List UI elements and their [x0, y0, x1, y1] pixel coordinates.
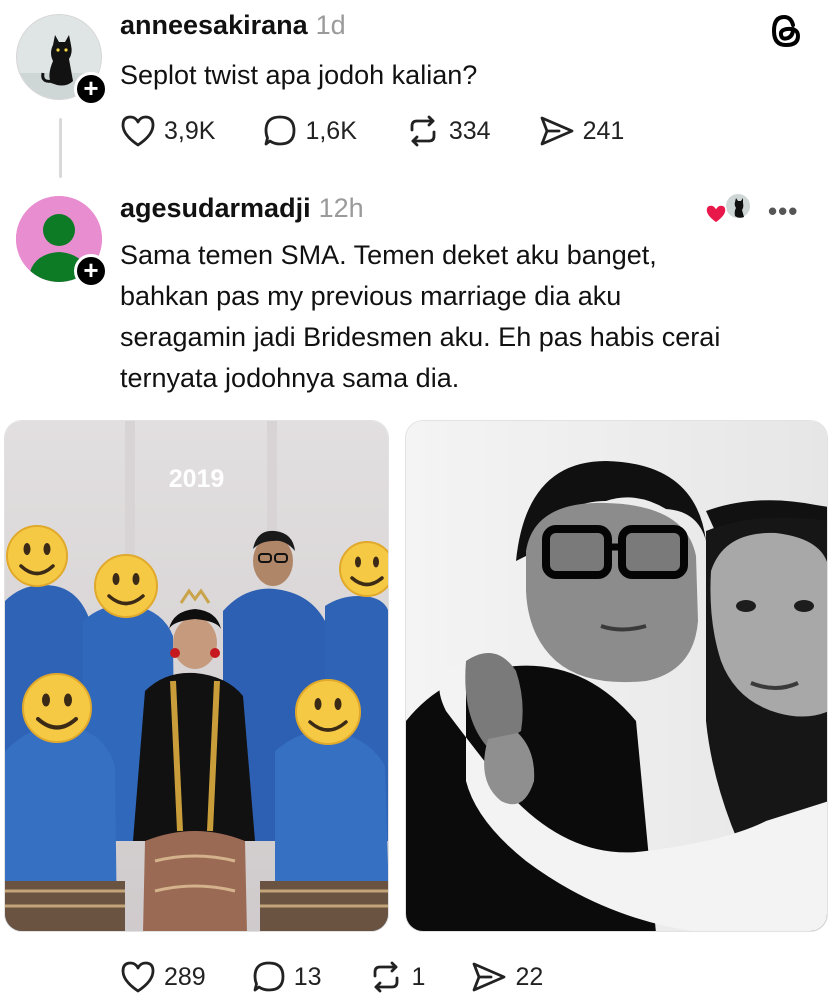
reply-button[interactable]: 1,6K [263, 114, 357, 148]
like-button[interactable]: 289 [120, 960, 206, 994]
repost-count: 334 [448, 116, 491, 145]
reply-count: 13 [293, 962, 322, 991]
heart-icon [121, 115, 155, 147]
smiley-face-icon [6, 525, 68, 587]
username[interactable]: anneesakirana [120, 10, 308, 40]
reply-count: 1,6K [305, 116, 357, 145]
reply-text-line: seragamin jadi Bridesmen aku. Eh pas hab… [120, 322, 721, 352]
thread-connector-line [59, 118, 62, 178]
reply-actions: 289 13 1 22 [120, 960, 543, 994]
more-options-icon[interactable]: ••• [768, 196, 798, 227]
smiley-face-icon [339, 541, 388, 597]
group-photo[interactable]: 2019 [4, 420, 389, 932]
smiley-face-icon [94, 554, 158, 618]
reply-text-line: Sama temen SMA. Temen deket aku banget, [120, 240, 657, 270]
share-button[interactable]: 241 [539, 114, 625, 148]
speech-bubble-icon [265, 115, 296, 146]
like-button[interactable]: 3,9K [120, 114, 215, 148]
share-count: 22 [515, 962, 544, 991]
post-username-row: anneesakirana 1d [120, 10, 346, 41]
post-text: Seplot twist apa jodoh kalian? [120, 60, 478, 90]
like-count: 289 [164, 962, 206, 991]
repost-icon [410, 115, 436, 147]
repost-icon [373, 961, 398, 993]
timestamp: 12h [318, 193, 364, 223]
reply-button[interactable]: 13 [252, 960, 322, 994]
speech-bubble-icon [253, 961, 285, 992]
couple-photo[interactable] [405, 420, 828, 932]
reply-text: Sama temen SMA. Temen deket aku banget, … [120, 235, 720, 399]
follow-plus-button[interactable]: + [74, 72, 108, 106]
repost-button[interactable]: 334 [405, 114, 491, 148]
like-count: 3,9K [164, 116, 216, 145]
smiley-face-icon [295, 679, 361, 745]
liked-by-author-indicator [704, 192, 752, 226]
couple-photo-illustration [406, 421, 827, 931]
smiley-face-icon [22, 673, 92, 743]
username[interactable]: agesudarmadji [120, 193, 311, 223]
repost-button[interactable]: 1 [368, 960, 426, 994]
heart-icon [121, 961, 155, 993]
threads-logo-icon[interactable] [769, 12, 803, 50]
share-button[interactable]: 22 [471, 960, 543, 994]
send-icon [473, 962, 506, 992]
share-count: 241 [582, 116, 625, 145]
send-icon [540, 116, 573, 146]
repost-count: 1 [411, 962, 426, 991]
reply-username-row: agesudarmadji 12h [120, 193, 364, 224]
reply-text-line: bahkan pas my previous marriage dia aku [120, 281, 622, 311]
follow-plus-button[interactable]: + [74, 254, 108, 288]
post-actions: 3,9K 1,6K 334 241 [120, 114, 624, 148]
timestamp: 1d [315, 10, 346, 40]
reply-text-line: ternyata jodohnya sama dia. [120, 363, 460, 393]
group-photo-illustration [5, 421, 388, 931]
red-heart-icon [705, 204, 727, 224]
photo-year-label: 2019 [168, 465, 225, 493]
